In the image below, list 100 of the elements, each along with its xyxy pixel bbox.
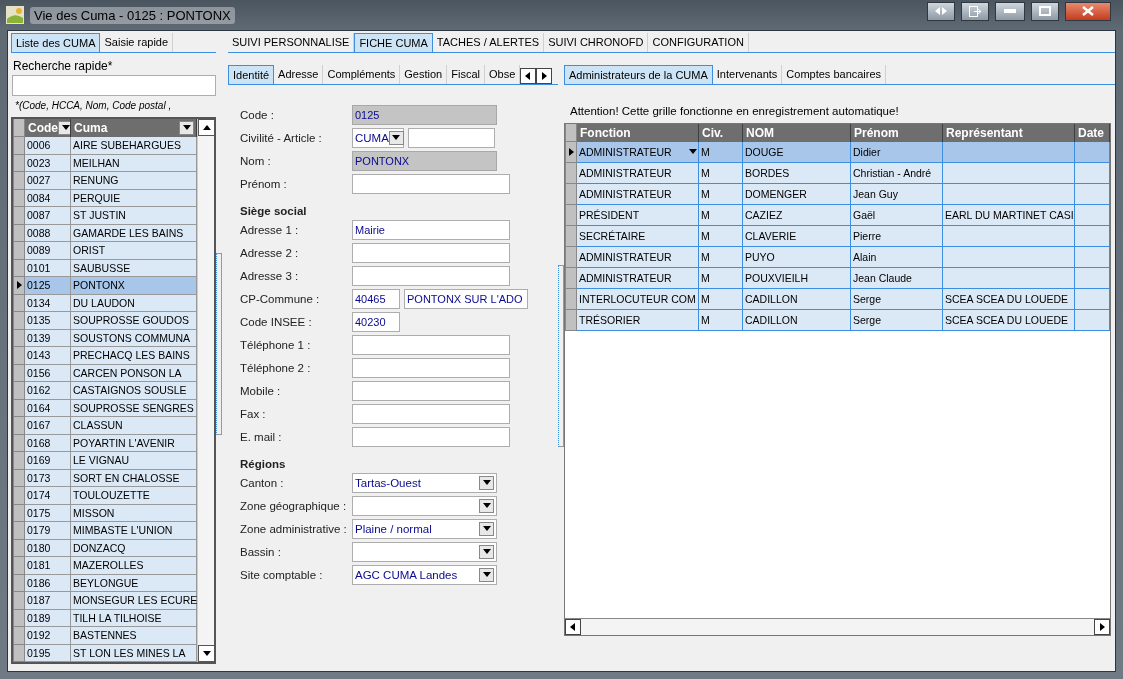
table-cell: 0181 (25, 557, 71, 575)
table-cell: CADILLON (743, 310, 851, 331)
input-field[interactable] (352, 335, 510, 355)
field-label: Adresse 1 : (240, 223, 300, 238)
input-field[interactable]: 40230 (352, 312, 400, 332)
table-row[interactable]: ADMINISTRATEUR M PUYO Alain (565, 247, 1110, 268)
input-field[interactable] (352, 404, 510, 424)
table-cell: 0195 (25, 644, 71, 662)
table-row[interactable]: 0192 BASTENNES (13, 627, 197, 645)
field-label: E. mail : (240, 430, 283, 445)
dropdown[interactable] (352, 542, 497, 562)
tab[interactable]: Liste des CUMA (11, 33, 101, 52)
readonly-field: 0125 (352, 105, 497, 125)
dropdown[interactable] (352, 496, 497, 516)
table-cell: 0087 (25, 207, 71, 225)
table-row[interactable]: 0179 MIMBASTE L'UNION (13, 522, 197, 540)
field-label: Téléphone 2 : (240, 361, 312, 376)
dropdown[interactable]: CUMA (352, 128, 404, 148)
table-row[interactable]: INTERLOCUTEUR COM M CADILLON Serge SCEA SCEA DU LOUEDE (565, 289, 1110, 310)
table-cell: 0027 (25, 172, 71, 190)
table-cell: 0143 (25, 347, 71, 365)
tab[interactable]: Administrateurs de la CUMA (564, 65, 713, 84)
field-label: Canton : (240, 476, 285, 491)
scrollbar[interactable] (197, 119, 214, 662)
table-row[interactable]: 0167 CLASSUN (13, 417, 197, 435)
field-label: Régions (240, 457, 287, 470)
tab[interactable]: CONFIGURATION (648, 33, 749, 52)
field-label: Code : (240, 108, 275, 123)
input-field[interactable]: 40465 (352, 289, 400, 309)
tab[interactable]: FICHE CUMA (354, 33, 433, 52)
tab[interactable]: Identité (228, 65, 275, 84)
dropdown[interactable]: Tartas-Ouest (352, 473, 497, 493)
table-row[interactable]: PRÉSIDENT M CAZIEZ Gaël EARL DU MARTINET CASI (565, 205, 1110, 226)
scroll-left-icon (568, 622, 578, 632)
minimize-button[interactable] (995, 1, 1025, 21)
table-row[interactable]: ADMINISTRATEUR M BORDES Christian - André (565, 163, 1110, 184)
exit-button[interactable] (961, 1, 989, 21)
table-row[interactable]: 0006 AIRE SUBEHARGUES (13, 137, 197, 155)
tab[interactable]: TACHES / ALERTES (432, 33, 545, 52)
table-row[interactable]: TRÉSORIER M CADILLON Serge SCEA SCEA DU LOUEDE (565, 310, 1110, 331)
table-row[interactable]: 0181 MAZEROLLES (13, 557, 197, 575)
table-row[interactable]: SECRÉTAIRE M CLAVERIE Pierre (565, 226, 1110, 247)
input-field[interactable] (408, 128, 495, 148)
splitter-handle[interactable] (216, 253, 222, 435)
dropdown[interactable]: AGC CUMA Landes (352, 565, 497, 585)
table-cell: 0162 (25, 382, 71, 400)
tab[interactable]: Gestion (400, 65, 448, 84)
row-selector[interactable] (565, 142, 577, 163)
tab[interactable]: Intervenants (712, 65, 783, 84)
table-row[interactable]: 0125 PONTONX (13, 277, 197, 295)
tab[interactable]: Fiscal (447, 65, 485, 84)
table-row[interactable]: 0174 TOULOUZETTE (13, 487, 197, 505)
table-row[interactable]: 0143 PRECHACQ LES BAINS (13, 347, 197, 365)
tab-scroll-left-button[interactable] (520, 68, 537, 84)
tab-scroll-right-button[interactable] (536, 68, 553, 84)
table-cell: Serge (851, 310, 943, 331)
minimize-icon (1004, 9, 1016, 13)
tab[interactable]: Comptes bancaires (782, 65, 887, 84)
table-row[interactable]: 0169 LE VIGNAU (13, 452, 197, 470)
field-label: CP-Commune : (240, 292, 321, 307)
table-row[interactable]: 0187 MONSEGUR LES ECURE (13, 592, 197, 610)
table-row[interactable]: 0027 RENUNG (13, 172, 197, 190)
field-label: Nom : (240, 154, 272, 169)
table-row[interactable]: ADMINISTRATEUR M DOUGE Didier (565, 142, 1110, 163)
input-field[interactable] (352, 174, 510, 194)
input-field[interactable] (352, 358, 510, 378)
table-cell: 0006 (25, 137, 71, 155)
input-field[interactable] (352, 243, 510, 263)
field-label: Prénom : (240, 177, 288, 192)
table-row[interactable]: 0162 CASTAIGNOS SOUSLE (13, 382, 197, 400)
table-row[interactable]: 0087 ST JUSTIN (13, 207, 197, 225)
table-row[interactable]: 0135 SOUPROSSE GOUDOS (13, 312, 197, 330)
tab[interactable]: Adresse (274, 65, 324, 84)
table-row[interactable]: 0089 ORIST (13, 242, 197, 260)
row-selector[interactable] (13, 277, 25, 295)
dropdown[interactable]: Plaine / normal (352, 519, 497, 539)
field-label: Fax : (240, 407, 267, 422)
tab[interactable]: Saisie rapide (100, 33, 174, 52)
input-field[interactable]: PONTONX SUR L'ADO (404, 289, 528, 309)
maximize-button[interactable] (1031, 1, 1059, 21)
table-cell: 0167 (25, 417, 71, 435)
tab[interactable]: SUIVI CHRONOFD (544, 33, 649, 52)
table-row[interactable]: ADMINISTRATEUR M POUXVIEILH Jean Claude (565, 268, 1110, 289)
table-cell: SCEA SCEA DU LOUEDE (943, 310, 1075, 331)
resize-button[interactable] (927, 1, 955, 21)
tab[interactable]: Compléments (323, 65, 401, 84)
table-cell: M (699, 310, 743, 331)
search-field[interactable] (12, 75, 216, 96)
close-icon (1082, 6, 1094, 16)
input-field[interactable]: Mairie (352, 220, 510, 240)
close-button[interactable] (1065, 1, 1111, 21)
input-field[interactable] (352, 266, 510, 286)
scroll-right-icon (1097, 622, 1107, 632)
exit-icon (969, 5, 981, 17)
input-field[interactable] (352, 427, 510, 447)
scrollbar[interactable] (565, 618, 1110, 635)
window-title: Vie des Cuma - 0125 : PONTONX (30, 6, 235, 24)
field-label: Civilité - Article : (240, 131, 323, 146)
input-field[interactable] (352, 381, 510, 401)
table-row[interactable]: ADMINISTRATEUR M DOMENGER Jean Guy (565, 184, 1110, 205)
